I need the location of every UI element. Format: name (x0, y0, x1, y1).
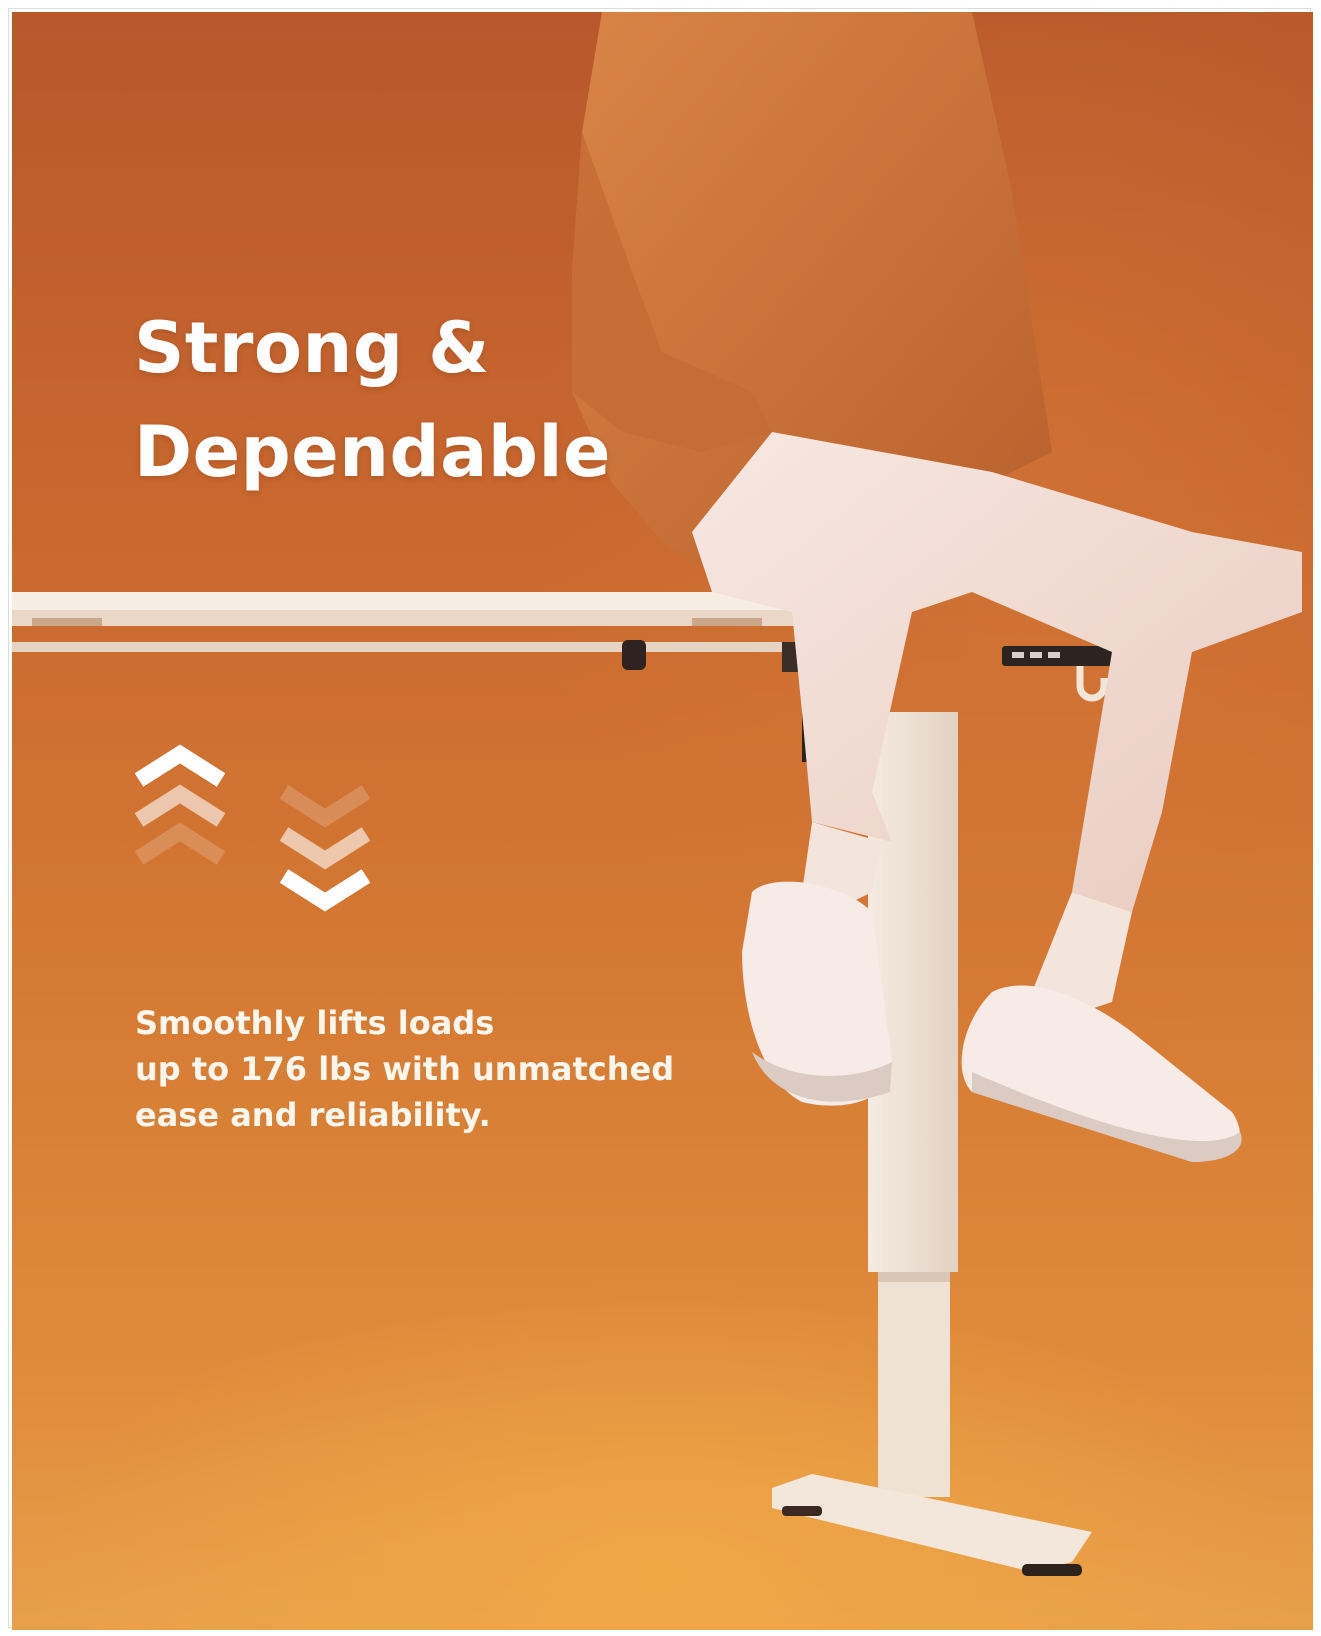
person-sneakers (742, 881, 1242, 1162)
desk-scene-illustration (12, 12, 1302, 1576)
chevrons-down-icon (279, 785, 371, 912)
headline-line-2: Dependable (134, 411, 611, 493)
description-line-3: ease and reliability. (135, 1096, 491, 1134)
feature-description: Smoothly lifts loads up to 176 lbs with … (135, 1000, 695, 1138)
product-photo: Strong & Dependable Smoothly lifts loads… (12, 12, 1313, 1630)
headline-line-1: Strong & (134, 307, 490, 389)
description-line-2: up to 176 lbs with unmatched (135, 1050, 675, 1088)
description-line-1: Smoothly lifts loads (135, 1004, 495, 1042)
chevrons-up-icon (134, 744, 226, 865)
desk-top (12, 592, 1132, 762)
headline: Strong & Dependable (134, 296, 611, 504)
